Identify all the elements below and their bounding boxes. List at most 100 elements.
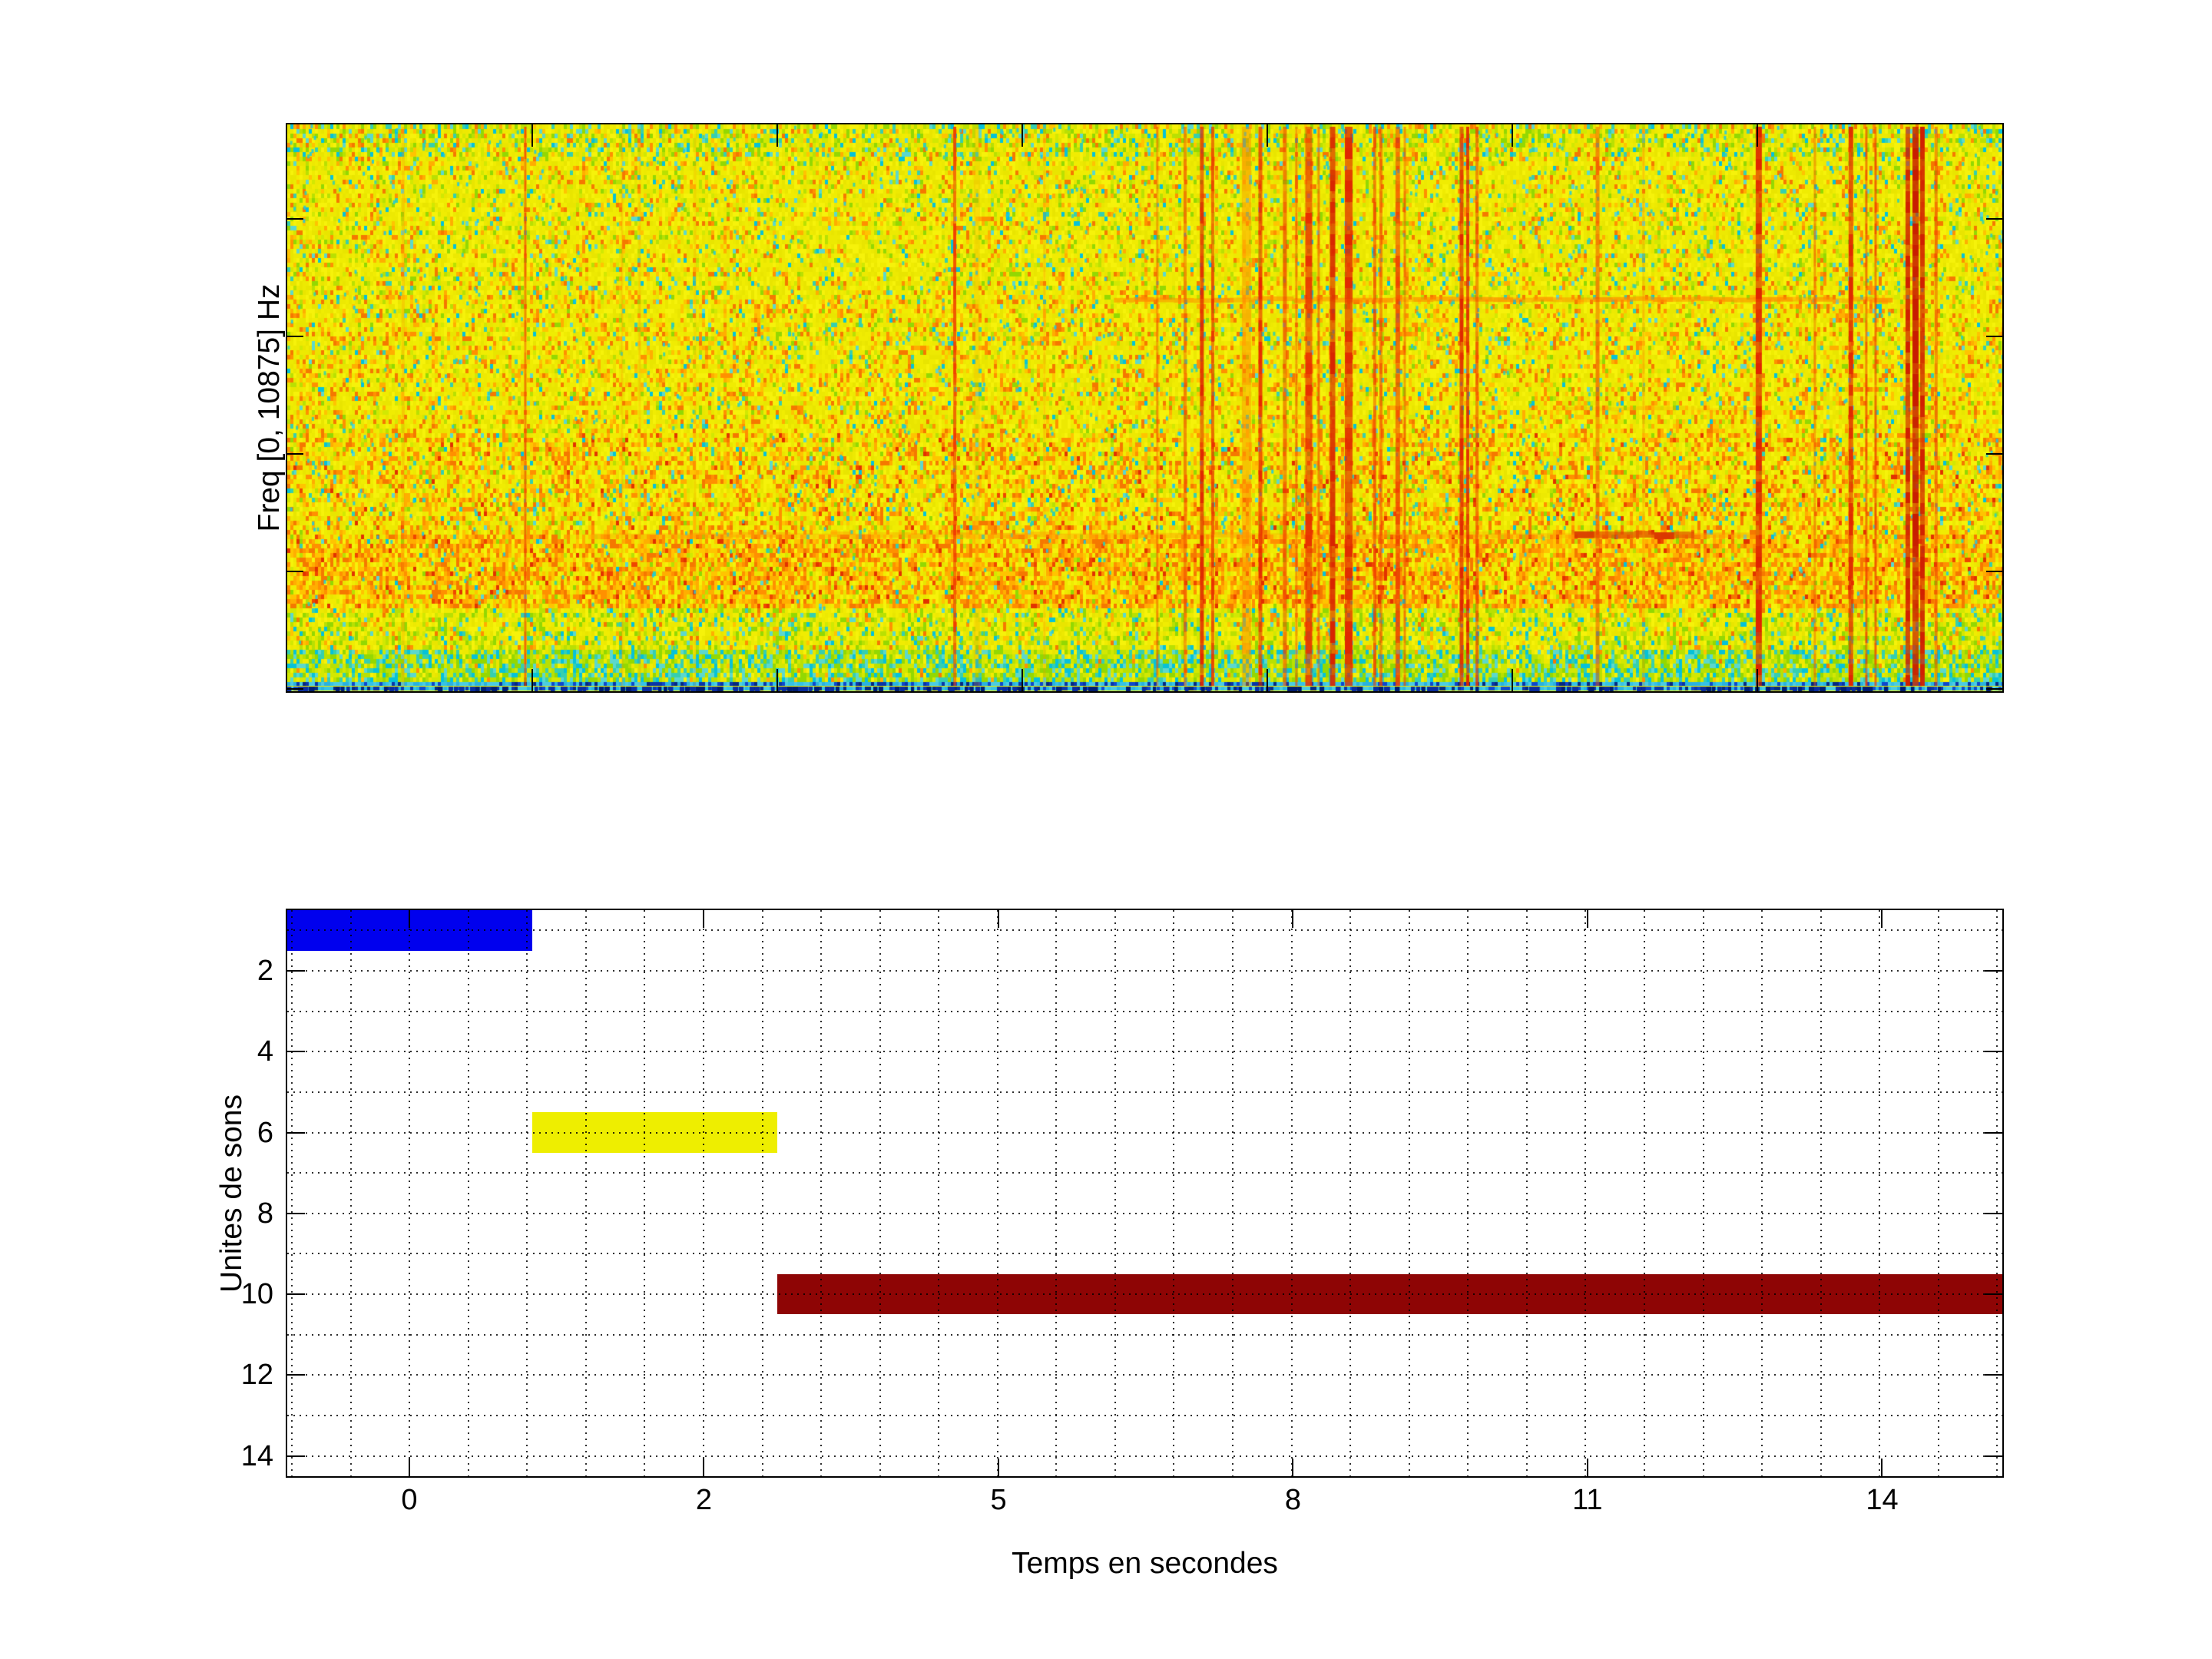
axis-tick: [1985, 1374, 2002, 1376]
axis-tick: [1292, 910, 1293, 928]
gridline: [1291, 910, 1293, 1476]
x-tick-label: 0: [363, 1485, 455, 1515]
gridline: [1879, 910, 1880, 1476]
axis-tick: [287, 1293, 305, 1295]
axis-tick: [287, 571, 303, 572]
y-tick-label: 2: [189, 956, 273, 985]
gridline: [287, 1253, 2002, 1254]
axis-tick: [409, 910, 410, 928]
axis-tick: [1267, 669, 1268, 691]
gridline: [1644, 910, 1645, 1476]
axis-tick: [1985, 970, 2002, 972]
axis-tick: [1986, 218, 2002, 220]
axis-tick: [1587, 1459, 1588, 1476]
spectrogram-ylabel: Freq [0, 10875] Hz: [253, 283, 286, 531]
sound-units-plot: [286, 909, 2004, 1478]
y-tick-label: 12: [189, 1360, 273, 1389]
gridline: [644, 910, 645, 1476]
gridline: [585, 910, 587, 1476]
y-tick-label: 4: [189, 1037, 273, 1066]
axis-tick: [1881, 910, 1883, 928]
axis-tick: [703, 910, 704, 928]
axis-tick: [777, 124, 778, 147]
gridline: [1409, 910, 1410, 1476]
axis-tick: [531, 669, 533, 691]
gridline: [287, 1415, 2002, 1416]
axis-tick: [287, 970, 305, 972]
gridline: [1584, 910, 1586, 1476]
axis-tick: [287, 1132, 305, 1134]
spectrogram-plot: [286, 123, 2004, 693]
gridline: [1232, 910, 1233, 1476]
gridline: [287, 1132, 2002, 1134]
axis-tick: [703, 1459, 704, 1476]
axis-tick: [287, 688, 303, 690]
gridline: [703, 910, 704, 1476]
axis-tick: [1022, 669, 1023, 691]
gridline: [287, 1091, 2002, 1093]
axis-tick: [1986, 571, 2002, 572]
axis-tick: [1512, 124, 1513, 147]
y-tick-label: 6: [189, 1118, 273, 1147]
gridline: [526, 910, 528, 1476]
y-tick-label: 8: [189, 1199, 273, 1228]
axis-tick: [287, 1051, 305, 1052]
x-tick-label: 5: [952, 1485, 1045, 1515]
gridline: [1703, 910, 1704, 1476]
axis-tick: [1757, 124, 1758, 147]
gridline: [287, 1011, 2002, 1012]
gridline: [879, 910, 881, 1476]
axis-tick: [1986, 336, 2002, 337]
gridline: [1820, 910, 1822, 1476]
gridline: [1173, 910, 1174, 1476]
axis-tick: [1986, 688, 2002, 690]
spectrogram-image: [287, 124, 2002, 691]
gridline: [287, 1213, 2002, 1214]
gridline: [820, 910, 822, 1476]
axis-tick: [1512, 669, 1513, 691]
gridline: [1055, 910, 1057, 1476]
gridline: [287, 1172, 2002, 1174]
time-xlabel: Temps en secondes: [1012, 1547, 1278, 1581]
gridline: [1761, 910, 1763, 1476]
axis-tick: [1881, 1459, 1883, 1476]
x-tick-label: 11: [1541, 1485, 1634, 1515]
x-tick-label: 14: [1836, 1485, 1928, 1515]
axis-tick: [1587, 910, 1588, 928]
axis-tick: [1986, 453, 2002, 455]
axis-tick: [1757, 669, 1758, 691]
gridline: [762, 910, 763, 1476]
axis-tick: [777, 669, 778, 691]
axis-tick: [1292, 1459, 1293, 1476]
axis-tick: [287, 453, 303, 455]
gridline: [287, 1051, 2002, 1052]
axis-tick: [1985, 1455, 2002, 1457]
gridline: [1996, 910, 1998, 1476]
gridline: [291, 910, 293, 1476]
gridline: [287, 970, 2002, 972]
axis-tick: [1985, 1213, 2002, 1214]
axis-tick: [409, 1459, 410, 1476]
axis-tick: [531, 124, 533, 147]
gridline: [409, 910, 410, 1476]
matlab-figure: Freq [0, 10875] Hz Unites de sons Temps …: [0, 0, 2212, 1659]
axis-tick: [1985, 1051, 2002, 1052]
gridline: [997, 910, 998, 1476]
axis-tick: [1267, 124, 1268, 147]
gridline: [1114, 910, 1116, 1476]
gridline: [287, 1293, 2002, 1295]
axis-tick: [998, 910, 999, 928]
axis-tick: [1985, 1132, 2002, 1134]
axis-tick: [287, 1213, 305, 1214]
axis-tick: [1985, 1293, 2002, 1295]
gridline: [1938, 910, 1939, 1476]
axis-tick: [1022, 124, 1023, 147]
gridline: [1526, 910, 1528, 1476]
axis-tick: [998, 1459, 999, 1476]
gridline: [287, 1455, 2002, 1457]
axis-tick: [287, 1455, 305, 1457]
gridline: [938, 910, 939, 1476]
gridline: [287, 929, 2002, 931]
gridline: [1349, 910, 1351, 1476]
gridline: [287, 1334, 2002, 1336]
